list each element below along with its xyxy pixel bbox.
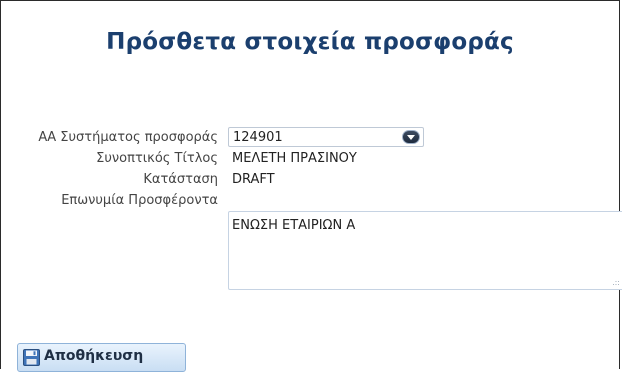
short-title-label: Συνοπτικός Τίτλος: [96, 151, 218, 166]
status-value: DRAFT: [232, 172, 275, 187]
save-button[interactable]: Αποθήκευση: [17, 343, 186, 372]
short-title-value: ΜΕΛΕΤΗ ΠΡΑΣΙΝΟΥ: [232, 151, 357, 166]
page-title: Πρόσθετα στοιχεία προσφοράς: [106, 29, 514, 55]
offer-system-id-label: ΑΑ Συστήματος προσφοράς: [38, 130, 218, 145]
floppy-disk-icon: [23, 349, 40, 366]
resize-grip-icon[interactable]: .::: [612, 279, 620, 287]
bidder-name-label: Επωνυμία Προσφέροντα: [61, 193, 218, 208]
offer-details-panel: Πρόσθετα στοιχεία προσφοράς ΑΑ Συστήματο…: [0, 0, 622, 372]
offer-system-id-select[interactable]: 124901: [228, 127, 424, 147]
bidder-name-textarea[interactable]: ΕΝΩΣΗ ΕΤΑΙΡΙΩΝ Α .::: [228, 211, 622, 290]
offer-system-id-value: 124901: [233, 130, 283, 145]
status-label: Κατάσταση: [143, 172, 218, 187]
save-button-label: Αποθήκευση: [44, 348, 144, 364]
bidder-name-text: ΕΝΩΣΗ ΕΤΑΙΡΙΩΝ Α: [232, 218, 356, 233]
chevron-down-icon[interactable]: [402, 130, 420, 144]
